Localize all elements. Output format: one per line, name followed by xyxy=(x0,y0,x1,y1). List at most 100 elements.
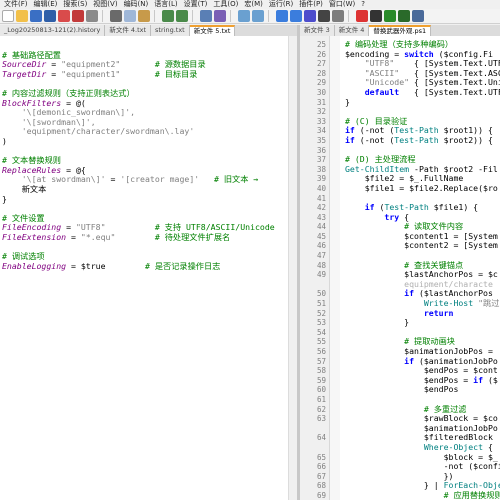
code-token: ForEach-Obje xyxy=(443,480,500,491)
zoom-out-icon[interactable] xyxy=(252,10,264,22)
menu-item[interactable]: 编辑(E) xyxy=(34,0,58,9)
right-code-area[interactable]: # 编码处理（支持多种编码） $encoding = switch ($confi… xyxy=(345,39,500,500)
code-token: # 查找关键锚点 xyxy=(345,259,464,270)
code-token: # 目标目录 xyxy=(120,68,198,79)
line-number: 44 xyxy=(316,222,326,232)
menu-item[interactable]: 宏(M) xyxy=(244,0,263,9)
run-macro-multiple-icon[interactable] xyxy=(398,10,410,22)
code-token: ( xyxy=(374,202,385,213)
copy-icon[interactable] xyxy=(124,10,136,22)
paste-icon[interactable] xyxy=(138,10,150,22)
line-number: 64 xyxy=(316,433,326,443)
right-editor-pane[interactable]: 25 26 27 28 29 30 31 32 33 34 35 36 37 38 39 40 41 42 43 44… xyxy=(300,36,500,500)
code-token: { xyxy=(483,441,493,452)
cut-icon[interactable] xyxy=(110,10,122,22)
line-number: 56 xyxy=(316,347,326,356)
sync-scroll-h-icon[interactable] xyxy=(290,10,302,22)
code-token: "equipment2" xyxy=(61,59,121,70)
line-number: 57 xyxy=(316,356,326,366)
left-code-area[interactable]: # 基础路径配置 SourceDir = "equipment2" # 源数据目录… xyxy=(2,41,275,271)
code-token: # 内容过滤规则（支持正则表达式） xyxy=(2,87,135,98)
code-token: $root1)) { xyxy=(438,125,493,136)
editor-tab[interactable]: 新文件 4.txt xyxy=(105,25,152,36)
close-all-icon[interactable] xyxy=(72,10,84,22)
menu-item[interactable]: 插件(P) xyxy=(299,0,323,9)
editor-tab[interactable]: _Log20250813-121(2).history xyxy=(0,25,106,36)
editor-tab[interactable]: 新文件 4 xyxy=(334,25,370,36)
menu-item[interactable]: 语言(L) xyxy=(154,0,177,9)
toolbar-separator xyxy=(192,10,196,22)
replace-icon[interactable] xyxy=(214,10,226,22)
line-number xyxy=(300,424,326,434)
new-file-icon[interactable] xyxy=(2,10,14,22)
code-token: $animationJobPo xyxy=(345,422,498,433)
line-number: 51 xyxy=(316,299,326,309)
menu-item[interactable]: 窗口(W) xyxy=(329,0,355,9)
line-number: 39 xyxy=(316,174,326,184)
code-token: $content2 = [System xyxy=(345,240,498,251)
undo-icon[interactable] xyxy=(162,10,174,22)
code-token: $file2 = $_.FullName xyxy=(345,173,464,184)
fold-margin[interactable] xyxy=(330,36,340,500)
menu-item[interactable]: 设置(T) xyxy=(184,0,208,9)
code-token: "Unicode" xyxy=(345,77,410,88)
code-token: return xyxy=(345,307,454,318)
code-token: "ASCII" xyxy=(345,67,400,78)
code-token: '\[swordman\]', xyxy=(2,116,96,127)
find-icon[interactable] xyxy=(200,10,212,22)
line-number: 59 xyxy=(316,375,326,385)
left-vertical-scrollbar[interactable] xyxy=(288,36,297,500)
code-token: ) xyxy=(2,135,7,146)
toolbar-separator xyxy=(102,10,106,22)
close-icon[interactable] xyxy=(58,10,70,22)
code-token: 'equipment/character/swordman\.lay' xyxy=(2,126,195,137)
menu-item[interactable]: ? xyxy=(361,0,365,9)
save-all-icon[interactable] xyxy=(44,10,56,22)
editor-tab[interactable]: 新文件 3 xyxy=(300,25,335,36)
menu-item[interactable]: 视图(V) xyxy=(93,0,117,9)
line-number: 28 xyxy=(316,68,326,78)
code-token: ($lastAnchorPos xyxy=(414,288,493,299)
show-all-chars-icon[interactable] xyxy=(318,10,330,22)
code-token: $endPos = xyxy=(345,374,474,385)
menu-item[interactable]: 编码(N) xyxy=(124,0,149,9)
editor-tab[interactable]: 新文件 5.txt xyxy=(189,25,236,36)
save-icon[interactable] xyxy=(30,10,42,22)
code-token: }) xyxy=(345,470,454,481)
save-macro-icon[interactable] xyxy=(412,10,424,22)
editor-tab[interactable]: string.txt xyxy=(151,25,190,36)
zoom-in-icon[interactable] xyxy=(238,10,250,22)
line-number: 47 xyxy=(316,251,326,261)
line-number: 61 xyxy=(316,394,326,404)
left-tab-strip: _Log20250813-121(2).history 新文件 4.txt stri… xyxy=(0,25,297,36)
code-token: # 应用替换规则 xyxy=(345,489,500,500)
code-token: $endPos = $cont xyxy=(345,365,498,376)
code-token: $encoding = xyxy=(345,48,405,59)
code-line: } xyxy=(345,97,500,108)
play-macro-icon[interactable] xyxy=(384,10,396,22)
editor-tab[interactable]: 替换武器外观.ps1 xyxy=(369,25,432,36)
code-line: EnableLogging = $true # 是否记录操作日志 xyxy=(2,261,275,272)
record-macro-icon[interactable] xyxy=(356,10,368,22)
menu-item[interactable]: 运行(R) xyxy=(269,0,293,9)
code-token: $file1 = $file2.Replace($ro xyxy=(345,182,498,193)
toolbar-separator xyxy=(154,10,158,22)
code-token: if xyxy=(473,374,484,385)
redo-icon[interactable] xyxy=(176,10,188,22)
line-number: 31 xyxy=(316,97,326,107)
line-number: 69 xyxy=(316,490,326,500)
menu-item[interactable]: 文件(F) xyxy=(4,0,28,9)
indent-guide-icon[interactable] xyxy=(332,10,344,22)
left-editor-pane[interactable]: # 基础路径配置 SourceDir = "equipment2" # 源数据目录… xyxy=(0,36,288,500)
menu-item[interactable]: 工具(O) xyxy=(213,0,238,9)
word-wrap-icon[interactable] xyxy=(304,10,316,22)
code-token: # 文件设置 xyxy=(2,212,45,223)
print-icon[interactable] xyxy=(86,10,98,22)
toolbar-separator xyxy=(348,10,352,22)
code-line: $file1 = $file2.Replace($ro xyxy=(345,182,500,194)
sync-scroll-v-icon[interactable] xyxy=(276,10,288,22)
menu-item[interactable]: 搜索(S) xyxy=(63,0,87,9)
stop-macro-icon[interactable] xyxy=(370,10,382,22)
line-number: 36 xyxy=(316,145,326,155)
open-file-icon[interactable] xyxy=(16,10,28,22)
